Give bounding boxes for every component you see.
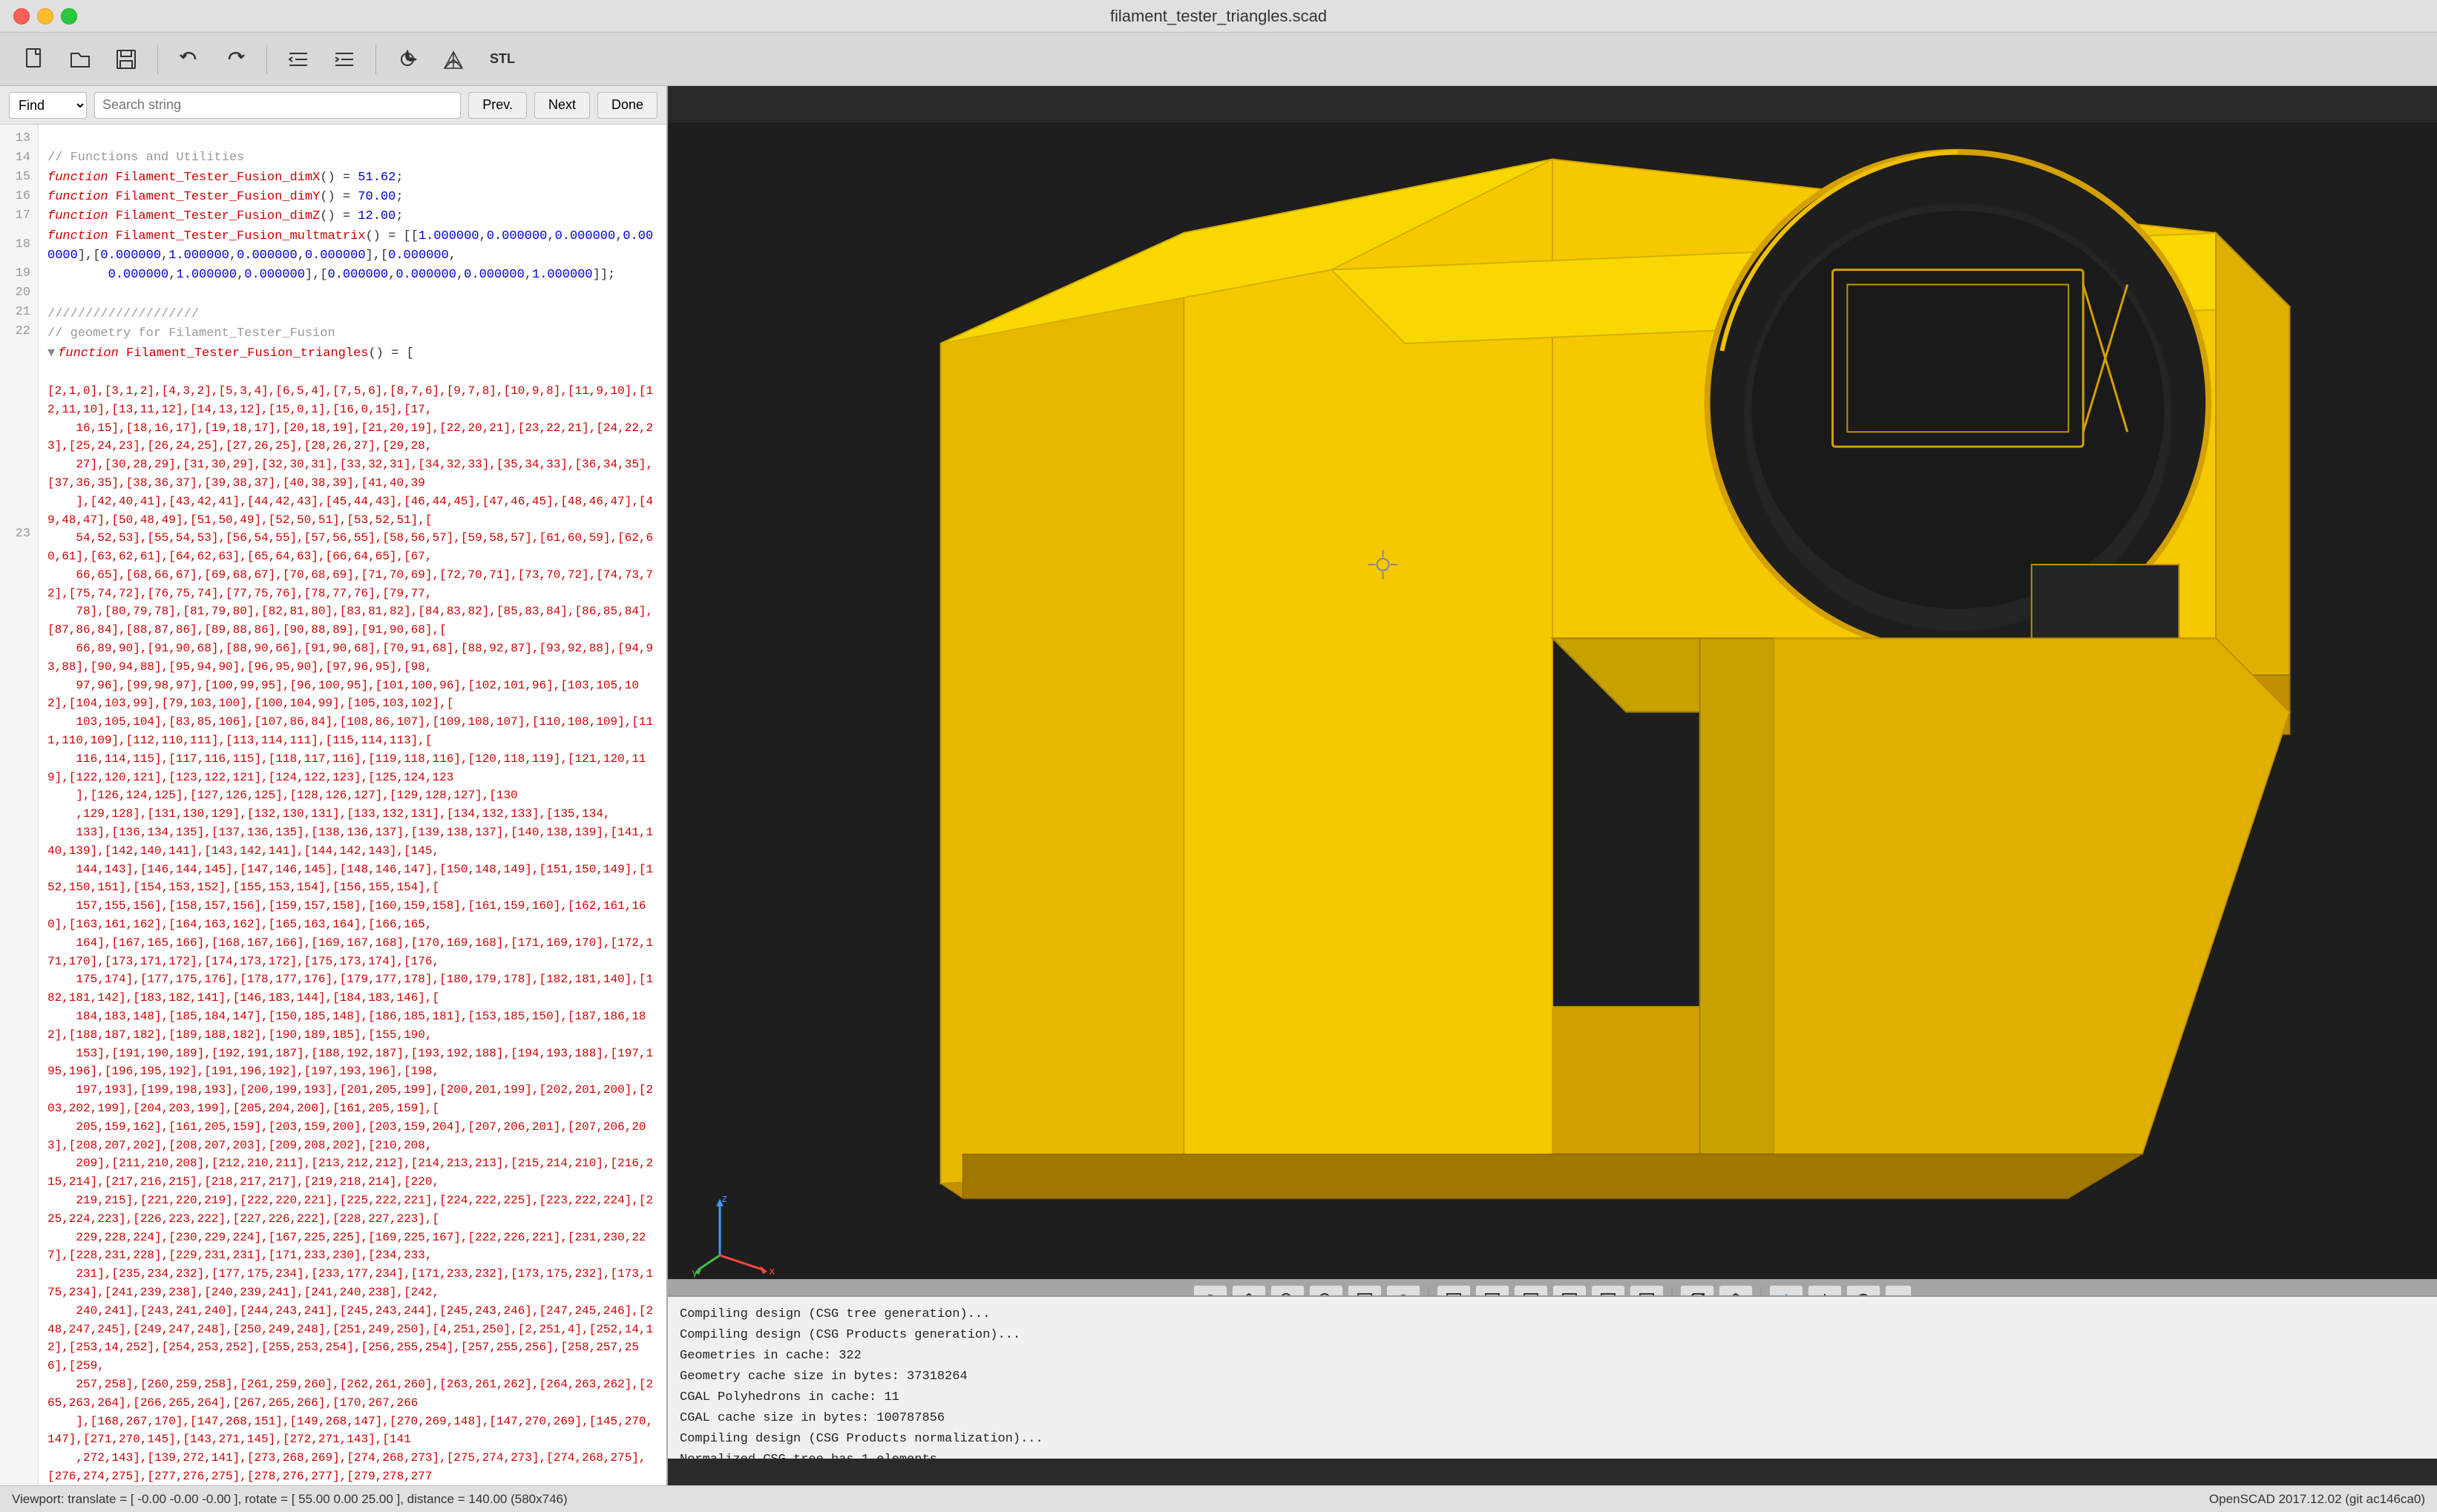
line-num-15: 15: [0, 168, 38, 187]
done-button[interactable]: Done: [597, 92, 657, 119]
code-line-14: // Functions and Utilities: [47, 148, 657, 168]
line-num-22: 22: [0, 322, 38, 341]
open-button[interactable]: [61, 40, 99, 79]
code-line-13: [47, 129, 657, 148]
code-line-23: [2,1,0],[3,1,2],[4,3,2],[5,3,4],[6,5,4],…: [47, 364, 657, 1485]
indent-more-button[interactable]: [325, 40, 364, 79]
line-numbers: 13 14 15 16 17 18 19 20 21 22 23: [0, 125, 39, 1485]
log-line-5: CGAL Polyhedrons in cache: 11: [680, 1387, 2425, 1408]
svg-text:y: y: [692, 1267, 698, 1278]
svg-text:z: z: [721, 1193, 727, 1205]
log-line-2: Compiling design (CSG Products generatio…: [680, 1325, 2425, 1346]
code-line-20: ////////////////////: [47, 305, 657, 324]
maximize-button[interactable]: [61, 8, 77, 24]
log-line-3: Geometries in cache: 322: [680, 1346, 2425, 1367]
code-line-22: ▼function Filament_Tester_Fusion_triangl…: [47, 344, 657, 364]
status-bar: Viewport: translate = [ -0.00 -0.00 -0.0…: [0, 1485, 2437, 1512]
toolbar: STL: [0, 33, 2437, 86]
render-button[interactable]: [434, 40, 473, 79]
stl-button[interactable]: STL: [480, 40, 525, 79]
line-num-14: 14: [0, 148, 38, 168]
line-num-18: 18: [0, 226, 38, 264]
line-num-16: 16: [0, 187, 38, 206]
line-num-17: 17: [0, 206, 38, 226]
code-line-15: function Filament_Tester_Fusion_dimX() =…: [47, 168, 657, 188]
new-button[interactable]: [15, 40, 53, 79]
code-line-16: function Filament_Tester_Fusion_dimY() =…: [47, 188, 657, 207]
log-line-4: Geometry cache size in bytes: 37318264: [680, 1367, 2425, 1387]
findbar: Find Replace Prev. Next Done: [0, 86, 666, 125]
window-controls: [13, 8, 77, 24]
redo-button[interactable]: [216, 40, 255, 79]
prev-button[interactable]: Prev.: [468, 92, 527, 119]
3d-viewport[interactable]: z x y: [668, 86, 2437, 1485]
axes-indicator: z x y: [690, 1189, 779, 1278]
separator2: [266, 45, 267, 74]
search-input[interactable]: [94, 92, 461, 119]
undo-button[interactable]: [170, 40, 209, 79]
minimize-button[interactable]: [37, 8, 53, 24]
code-line-21: // geometry for Filament_Tester_Fusion: [47, 324, 657, 344]
code-line-18: function Filament_Tester_Fusion_multmatr…: [47, 227, 657, 286]
indent-less-button[interactable]: [279, 40, 318, 79]
code-editor: Find Replace Prev. Next Done 13 14 15 16…: [0, 86, 668, 1485]
next-button[interactable]: Next: [534, 92, 590, 119]
main-area: Find Replace Prev. Next Done 13 14 15 16…: [0, 86, 2437, 1485]
log-line-7: Compiling design (CSG Products normaliza…: [680, 1429, 2425, 1450]
code-line-17: function Filament_Tester_Fusion_dimZ() =…: [47, 207, 657, 226]
3d-shape-svg: [668, 86, 2437, 1485]
find-mode-select[interactable]: Find Replace: [9, 92, 87, 119]
code-line-19: [47, 286, 657, 305]
line-num-19: 19: [0, 264, 38, 283]
log-line-6: CGAL cache size in bytes: 100787856: [680, 1408, 2425, 1429]
svg-text:x: x: [769, 1266, 775, 1278]
line-num-13: 13: [0, 129, 38, 148]
preview-button[interactable]: [388, 40, 427, 79]
version-info: OpenSCAD 2017.12.02 (git ac146ca0): [2209, 1492, 2425, 1507]
close-button[interactable]: [13, 8, 30, 24]
save-button[interactable]: [107, 40, 145, 79]
titlebar: filament_tester_triangles.scad: [0, 0, 2437, 33]
separator: [157, 45, 158, 74]
log-panel: Compiling design (CSG tree generation)..…: [668, 1295, 2437, 1459]
code-area[interactable]: 13 14 15 16 17 18 19 20 21 22 23 // Func…: [0, 125, 666, 1485]
window-title: filament_tester_triangles.scad: [1110, 7, 1327, 26]
viewport-status: Viewport: translate = [ -0.00 -0.00 -0.0…: [12, 1492, 568, 1507]
separator3: [375, 45, 376, 74]
line-num-23: 23: [0, 341, 38, 727]
code-text[interactable]: // Functions and Utilities function Fila…: [39, 125, 666, 1485]
3d-canvas[interactable]: [668, 86, 2437, 1485]
log-line-1: Compiling design (CSG tree generation)..…: [680, 1304, 2425, 1325]
log-line-8: Normalized CSG tree has 1 elements: [680, 1450, 2425, 1459]
line-num-21: 21: [0, 303, 38, 322]
line-num-20: 20: [0, 283, 38, 303]
